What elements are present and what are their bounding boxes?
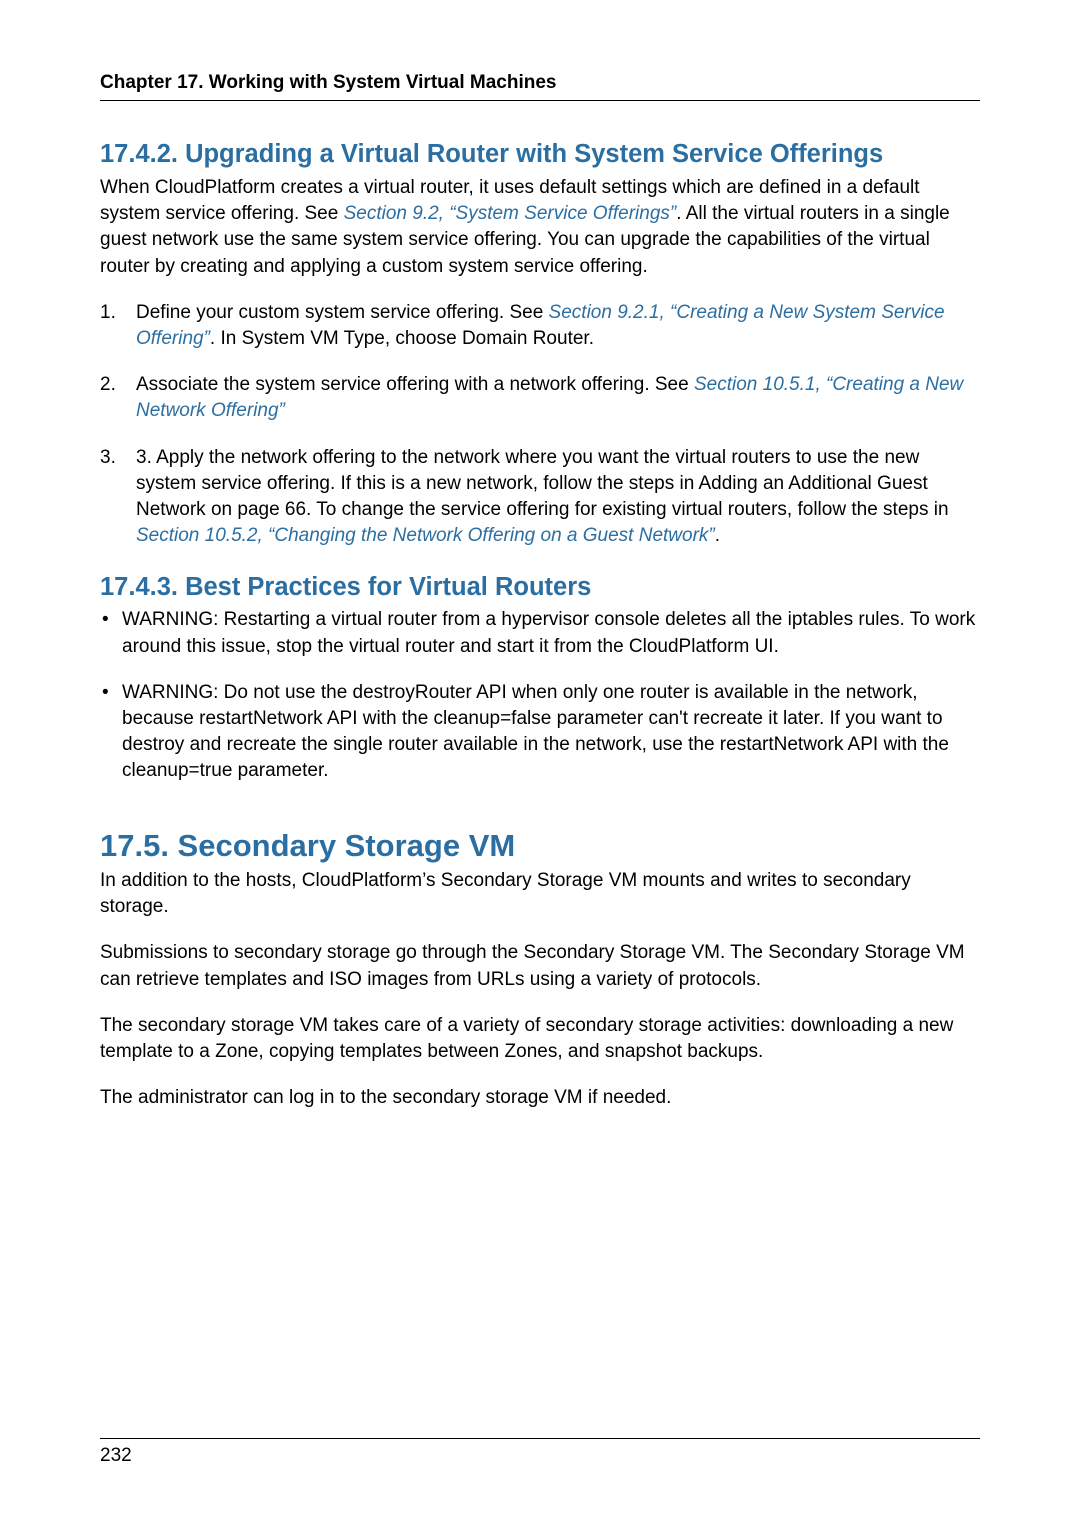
step-3: 3. Apply the network offering to the net… xyxy=(100,445,980,550)
para-17-5-1: In addition to the hosts, CloudPlatform’… xyxy=(100,868,980,920)
heading-17-4-3: 17.4.3. Best Practices for Virtual Route… xyxy=(100,572,980,604)
para-17-5-3: The secondary storage VM takes care of a… xyxy=(100,1013,980,1065)
page-number: 232 xyxy=(100,1445,132,1466)
heading-17-5: 17.5. Secondary Storage VM xyxy=(100,827,980,864)
para-17-5-2: Submissions to secondary storage go thro… xyxy=(100,940,980,992)
link-changing-network-offering[interactable]: Section 10.5.2, “Changing the Network Of… xyxy=(136,525,715,546)
step-1: Define your custom system service offeri… xyxy=(100,300,980,352)
heading-17-4-2: 17.4.2. Upgrading a Virtual Router with … xyxy=(100,139,980,171)
text: Associate the system service offering wi… xyxy=(136,374,694,395)
steps-17-4-2: Define your custom system service offeri… xyxy=(100,300,980,550)
bullets-17-4-3: WARNING: Restarting a virtual router fro… xyxy=(100,607,980,784)
text: . In System VM Type, choose Domain Route… xyxy=(210,328,594,349)
step-2: Associate the system service offering wi… xyxy=(100,372,980,424)
list-item: WARNING: Restarting a virtual router fro… xyxy=(100,607,980,659)
link-system-service-offerings[interactable]: Section 9.2, “System Service Offerings” xyxy=(344,203,677,224)
text: 3. Apply the network offering to the net… xyxy=(136,447,949,520)
para-17-5-4: The administrator can log in to the seco… xyxy=(100,1085,980,1111)
list-item: WARNING: Do not use the destroyRouter AP… xyxy=(100,680,980,785)
text: . xyxy=(715,525,720,546)
page: Chapter 17. Working with System Virtual … xyxy=(0,0,1080,1527)
para-17-4-2-intro: When CloudPlatform creates a virtual rou… xyxy=(100,175,980,280)
running-header: Chapter 17. Working with System Virtual … xyxy=(100,72,980,101)
text: Define your custom system service offeri… xyxy=(136,302,549,323)
page-footer: 232 xyxy=(100,1438,980,1467)
